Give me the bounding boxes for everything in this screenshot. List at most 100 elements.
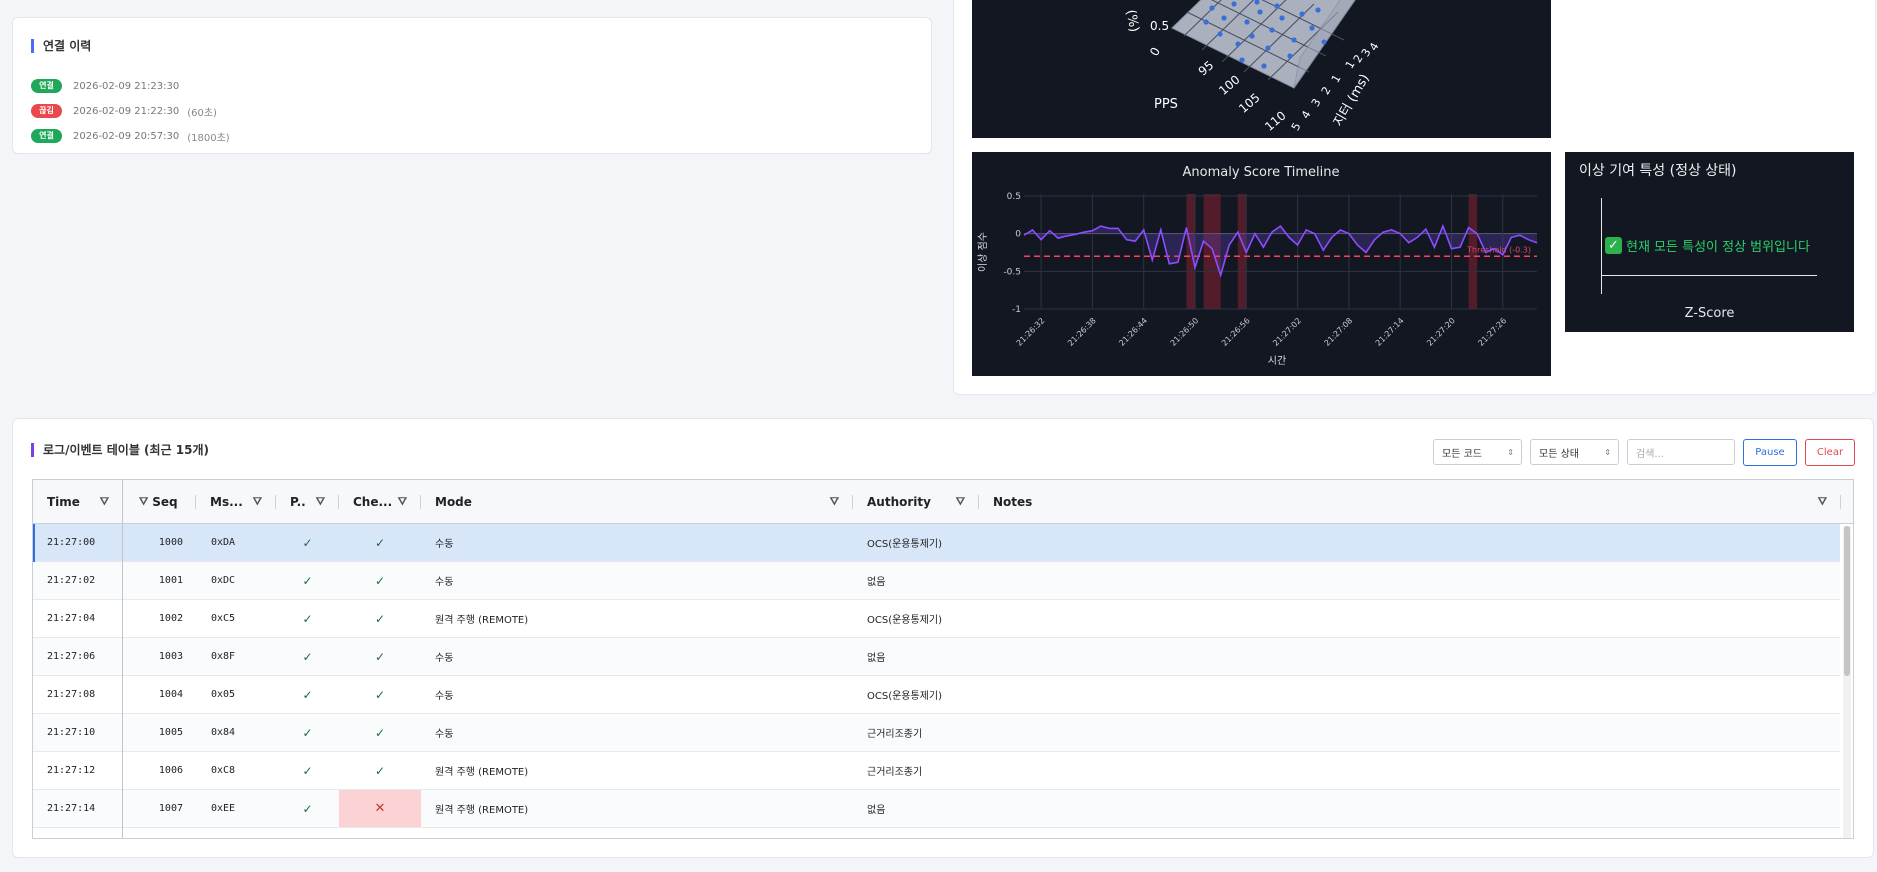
x-axis-label: 시간 <box>1268 355 1286 367</box>
x-tick-label: 21:26:44 <box>1117 316 1149 348</box>
cell-seq: 1004 <box>158 689 183 700</box>
cell-p-check-icon: ✓ <box>302 687 313 702</box>
scatter-point <box>1231 1 1237 7</box>
cell-check-ok-icon: ✓ <box>374 649 386 664</box>
filter-icon[interactable]: ⛛ <box>253 495 262 509</box>
connection-event-time: 2026-02-09 21:22:30 <box>73 105 180 117</box>
scatter-point <box>1279 15 1285 21</box>
cell-check-ok-icon: ✓ <box>374 687 386 702</box>
cell-check-fail-icon: ✕ <box>339 790 421 827</box>
column-header-check[interactable]: Che... ⛛ <box>339 480 421 524</box>
filter-icon[interactable]: ⛛ <box>316 495 325 509</box>
scatter-point <box>1217 31 1223 37</box>
anomaly-score-timeline-chart[interactable]: Anomaly Score Timeline 0.5 0 -0.5 -1 21:26:… <box>972 152 1551 376</box>
column-label: Authority <box>867 495 931 509</box>
clear-button[interactable]: Clear <box>1805 439 1855 466</box>
code-filter-select[interactable]: 모든 코드 ⇕ <box>1433 439 1522 465</box>
timeline-svg: Anomaly Score Timeline 0.5 0 -0.5 -1 21:26:… <box>977 165 1538 367</box>
column-header-time[interactable]: Time ⛛ <box>33 480 123 524</box>
column-label: Notes <box>993 495 1033 509</box>
log-data-grid[interactable]: Time ⛛ ⛛ Seq Ms... ⛛ P.. ⛛ Che... ⛛ Mode ⛛ Au… <box>32 479 1854 839</box>
column-header-authority[interactable]: Authority ⛛ <box>853 480 979 524</box>
table-row[interactable]: 21:27:14 1007 0xEE ✓ ✕ 원격 주행 (REMOTE) 없음 <box>33 790 1840 828</box>
cell-time: 21:27:06 <box>47 651 96 662</box>
filter-icon[interactable]: ⛛ <box>956 495 965 509</box>
scatter-point <box>1244 19 1250 25</box>
jitter-tick-5: 5 <box>1289 120 1304 133</box>
cell-notes <box>993 752 1833 789</box>
column-header-p[interactable]: P.. ⛛ <box>276 480 339 524</box>
column-header-mode[interactable]: Mode ⛛ <box>421 480 853 524</box>
cell-authority: OCS(운용통제기) <box>867 539 943 550</box>
pps-axis-title: PPS <box>1154 97 1178 112</box>
vertical-scrollbar[interactable] <box>1843 526 1851 838</box>
x-tick-label: 21:26:56 <box>1220 316 1252 348</box>
column-label: P.. <box>290 495 306 509</box>
code-filter-value: 모든 코드 <box>1442 448 1482 460</box>
scatter-point <box>1203 19 1209 25</box>
connection-event-duration: (60초) <box>187 107 217 119</box>
cell-mode: 수동 <box>435 539 454 550</box>
filter-icon[interactable]: ⛛ <box>830 495 839 509</box>
pinned-column-separator <box>122 480 123 838</box>
cell-check-ok-icon: ✓ <box>374 535 386 550</box>
table-row[interactable]: 21:27:02 1001 0xDC ✓ ✓ 수동 없음 <box>33 562 1840 600</box>
connection-status-badge: 연결 <box>31 79 62 93</box>
cell-check-ok-icon: ✓ <box>374 573 386 588</box>
cell-authority: 없음 <box>867 653 886 664</box>
column-header-notes[interactable]: Notes ⛛ <box>979 480 1841 524</box>
cell-time: 21:27:00 <box>47 537 96 548</box>
filter-icon[interactable]: ⛛ <box>398 495 407 509</box>
cell-notes <box>993 638 1833 675</box>
scatter-point <box>1315 7 1321 13</box>
column-header-seq[interactable]: ⛛ Seq <box>123 480 196 524</box>
y-tick-label: -1 <box>1012 305 1021 315</box>
scatter-point <box>1274 3 1280 9</box>
scatter-point <box>1269 27 1275 33</box>
scatter-point <box>1299 11 1305 17</box>
contribution-x-axis-line <box>1601 275 1817 276</box>
status-filter-value: 모든 상태 <box>1539 448 1579 460</box>
z-tick-05: 0.5 <box>1150 19 1169 33</box>
contribution-y-axis-line <box>1601 198 1602 294</box>
table-row[interactable]: 21:27:12 1006 0xC8 ✓ ✓ 원격 주행 (REMOTE) 근거리조종기 <box>33 752 1840 790</box>
cell-authority: OCS(운용통제기) <box>867 691 943 702</box>
x-tick-label: 21:26:50 <box>1169 316 1201 348</box>
connection-status-badge: 끊김 <box>31 104 62 118</box>
table-row[interactable]: 21:27:10 1005 0x84 ✓ ✓ 수동 근거리조종기 <box>33 714 1840 752</box>
cell-time: 21:27:02 <box>47 575 96 586</box>
scatter-point <box>1261 63 1267 69</box>
filter-icon[interactable]: ⛛ <box>100 495 109 509</box>
x-tick-label: 21:27:14 <box>1374 316 1406 348</box>
filter-icon[interactable]: ⛛ <box>1818 495 1827 509</box>
cell-notes <box>993 562 1833 599</box>
cell-seq: 1000 <box>158 537 183 548</box>
table-row[interactable]: 21:27:04 1002 0xC5 ✓ ✓ 원격 주행 (REMOTE) OCS(운용통제… <box>33 600 1840 638</box>
jitter-tick-3: 3 <box>1309 96 1324 109</box>
cell-p-check-icon: ✓ <box>302 801 313 816</box>
column-header-msg[interactable]: Ms... ⛛ <box>196 480 276 524</box>
table-row[interactable]: 21:27:08 1004 0x05 ✓ ✓ 수동 OCS(운용통제기) <box>33 676 1840 714</box>
cell-check-ok-icon: ✓ <box>374 763 386 778</box>
status-filter-select[interactable]: 모든 상태 ⇕ <box>1530 439 1619 465</box>
filter-icon[interactable]: ⛛ <box>139 495 148 509</box>
cell-p-check-icon: ✓ <box>302 725 313 740</box>
cell-seq: 1007 <box>158 803 183 814</box>
pause-button[interactable]: Pause <box>1743 439 1797 466</box>
scatter-point <box>1249 33 1255 39</box>
table-row[interactable]: 21:27:06 1003 0x8F ✓ ✓ 수동 없음 <box>33 638 1840 676</box>
normal-status-text: 현재 모든 특성이 정상 범위입니다 <box>1626 240 1810 255</box>
cell-p-check-icon: ✓ <box>302 649 313 664</box>
table-row[interactable]: 21:27:00 1000 0xDA ✓ ✓ 수동 OCS(운용통제기) <box>33 524 1840 562</box>
cell-mode: 원격 주행 (REMOTE) <box>435 615 529 626</box>
scatter-3d-plot[interactable]: 0.5 0 (%) PPS 95 100 105 110 5 4 3 2 1 1… <box>972 0 1551 138</box>
connection-history-title: 연결 이력 <box>31 39 91 53</box>
contribution-x-label: Z-Score <box>1684 306 1735 321</box>
cell-time: 21:27:12 <box>47 765 96 776</box>
cell-seq: 1001 <box>158 575 183 586</box>
column-label: Time <box>47 495 80 509</box>
scroll-thumb[interactable] <box>1844 526 1850 676</box>
anomaly-contribution-panel: 이상 기여 특성 (정상 상태) ✓ 현재 모든 특성이 정상 범위입니다 Z-… <box>1565 152 1854 332</box>
column-label: Che... <box>353 495 393 509</box>
search-input[interactable]: 검색... <box>1627 439 1735 465</box>
